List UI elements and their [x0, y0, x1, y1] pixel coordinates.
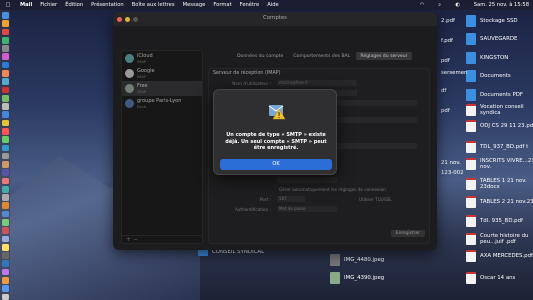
drive-icon [466, 33, 476, 45]
dock-app-icon[interactable] [1, 20, 9, 27]
dock-app-icon[interactable] [1, 194, 9, 201]
desktop-item[interactable]: TABLES 2 21 nov.23 [466, 196, 533, 208]
dock-app-icon[interactable] [1, 252, 9, 259]
desktop-item[interactable]: Oscar 14 ans [466, 272, 533, 284]
menu-fichier[interactable]: Fichier [40, 2, 57, 8]
dock-app-icon[interactable] [1, 69, 9, 77]
drive-icon [466, 70, 476, 82]
desktop-item-partial[interactable]: 21 nov. [441, 160, 461, 166]
dock-app-icon[interactable] [1, 235, 9, 243]
document-icon [466, 233, 476, 245]
dock-app-icon[interactable] [1, 144, 9, 152]
dock-app-icon[interactable] [1, 119, 9, 127]
document-icon [466, 104, 476, 116]
desktop-item[interactable]: Documents PDF [466, 89, 533, 101]
menu-app[interactable]: Mail [20, 2, 32, 8]
desktop-item[interactable]: Stockage SSD [466, 15, 533, 27]
dock-app-icon[interactable] [1, 219, 9, 226]
desktop-item[interactable]: TABLES 1 21 nov. 23docx [466, 178, 533, 190]
dock-app-icon[interactable] [1, 161, 9, 168]
menu-bal[interactable]: Boîte aux lettres [132, 2, 175, 8]
dock-app-icon[interactable] [1, 260, 9, 268]
desktop-item[interactable]: Vocation conseil syndica [466, 104, 533, 116]
image-file-icon [330, 254, 340, 266]
desktop-item-partial[interactable]: 2.pdf [441, 18, 455, 24]
desktop-item[interactable]: IMG_4480.jpeg [330, 254, 384, 266]
drive-icon [466, 15, 476, 27]
dock-app-icon[interactable] [1, 12, 9, 19]
desktop-item-partial[interactable]: df [441, 88, 446, 94]
dock-app-icon[interactable] [1, 268, 9, 276]
desktop-item[interactable]: AXA MERCEDES.pdf [466, 250, 533, 262]
menu-bar:  Mail Fichier Édition Présentation Boît… [0, 0, 533, 10]
dock [0, 10, 10, 300]
dock-app-icon[interactable] [1, 53, 9, 61]
desktop-item[interactable]: SAUVEGARDE [466, 33, 533, 45]
document-icon [466, 250, 476, 262]
document-icon [466, 158, 476, 170]
dock-app-icon[interactable] [1, 177, 9, 185]
desktop-item-partial[interactable]: pdf [441, 58, 450, 64]
search-icon[interactable]: ⌕ [438, 2, 441, 9]
dock-app-icon[interactable] [1, 61, 9, 69]
dock-app-icon[interactable] [1, 103, 9, 110]
desktop-item-partial[interactable]: sersemen [441, 70, 467, 76]
document-icon [466, 215, 476, 227]
dock-app-icon[interactable] [1, 293, 9, 300]
document-icon [466, 178, 476, 190]
dock-app-icon[interactable] [1, 185, 9, 193]
image-file-icon [330, 272, 340, 284]
dock-app-icon[interactable] [1, 78, 9, 85]
document-icon [466, 272, 476, 284]
dock-app-icon[interactable] [1, 127, 9, 135]
dock-app-icon[interactable] [1, 94, 9, 102]
dock-app-icon[interactable] [1, 152, 9, 160]
desktop-item-partial[interactable]: 123-002 [441, 170, 464, 176]
dock-app-icon[interactable] [1, 36, 9, 44]
alert-message: Un compte de type « SMTP » existe déjà. … [225, 132, 327, 151]
drive-icon [466, 52, 476, 64]
menu-format[interactable]: Format [213, 2, 231, 8]
menu-aide[interactable]: Aide [267, 2, 278, 8]
document-icon [466, 141, 476, 153]
dock-app-icon[interactable] [1, 111, 9, 119]
menu-message[interactable]: Message [183, 2, 206, 8]
dock-app-icon[interactable] [1, 169, 9, 177]
dock-app-icon[interactable] [1, 285, 9, 292]
dock-app-icon[interactable] [1, 86, 9, 94]
dock-app-icon[interactable] [1, 277, 9, 284]
desktop-item[interactable]: Documents [466, 70, 533, 82]
alert-dialog: Un compte de type « SMTP » existe déjà. … [213, 89, 337, 175]
desktop-item[interactable]: Courte histoire du peu...juif .pdf [466, 233, 533, 245]
menu-fenetre[interactable]: Fenêtre [240, 2, 260, 8]
window-title: Comptes [263, 15, 287, 21]
apple-icon[interactable]:  [4, 2, 12, 8]
window-titlebar[interactable]: Comptes [113, 12, 437, 26]
menu-edition[interactable]: Édition [65, 2, 83, 8]
dock-app-icon[interactable] [1, 45, 9, 52]
desktop-item[interactable]: ODJ CS 29 11 23.pdf [466, 120, 533, 132]
dock-app-icon[interactable] [1, 28, 9, 36]
ok-button[interactable]: OK [220, 159, 332, 170]
desktop-item[interactable]: TDL_937_BD.pdf t [466, 141, 533, 153]
document-icon [466, 120, 476, 132]
warning-icon [268, 105, 286, 120]
dock-app-icon[interactable] [1, 227, 9, 234]
control-center-icon[interactable]: ◐ [455, 2, 460, 8]
menu-presentation[interactable]: Présentation [91, 2, 124, 8]
desktop-item[interactable]: KINGSTON [466, 52, 533, 64]
desktop-item[interactable]: INSCRITS VIVRE...21 nov. [466, 158, 533, 170]
desktop-item[interactable]: Tdl. 935_BD.pdf [466, 215, 533, 227]
desktop-item-partial[interactable]: pdf [441, 108, 450, 114]
drive-icon [466, 89, 476, 101]
dock-app-icon[interactable] [1, 202, 9, 210]
document-icon [466, 196, 476, 208]
menu-datetime[interactable]: Sam. 25 nov. à 15:58 [474, 2, 529, 8]
dock-app-icon[interactable] [1, 243, 9, 251]
desktop-item-partial[interactable]: f.pdf [441, 38, 453, 44]
wifi-icon[interactable]: ◠ [420, 2, 425, 8]
dock-app-icon[interactable] [1, 136, 9, 143]
desktop-item[interactable]: IMG_4390.jpeg [330, 272, 384, 284]
dock-app-icon[interactable] [1, 210, 9, 218]
